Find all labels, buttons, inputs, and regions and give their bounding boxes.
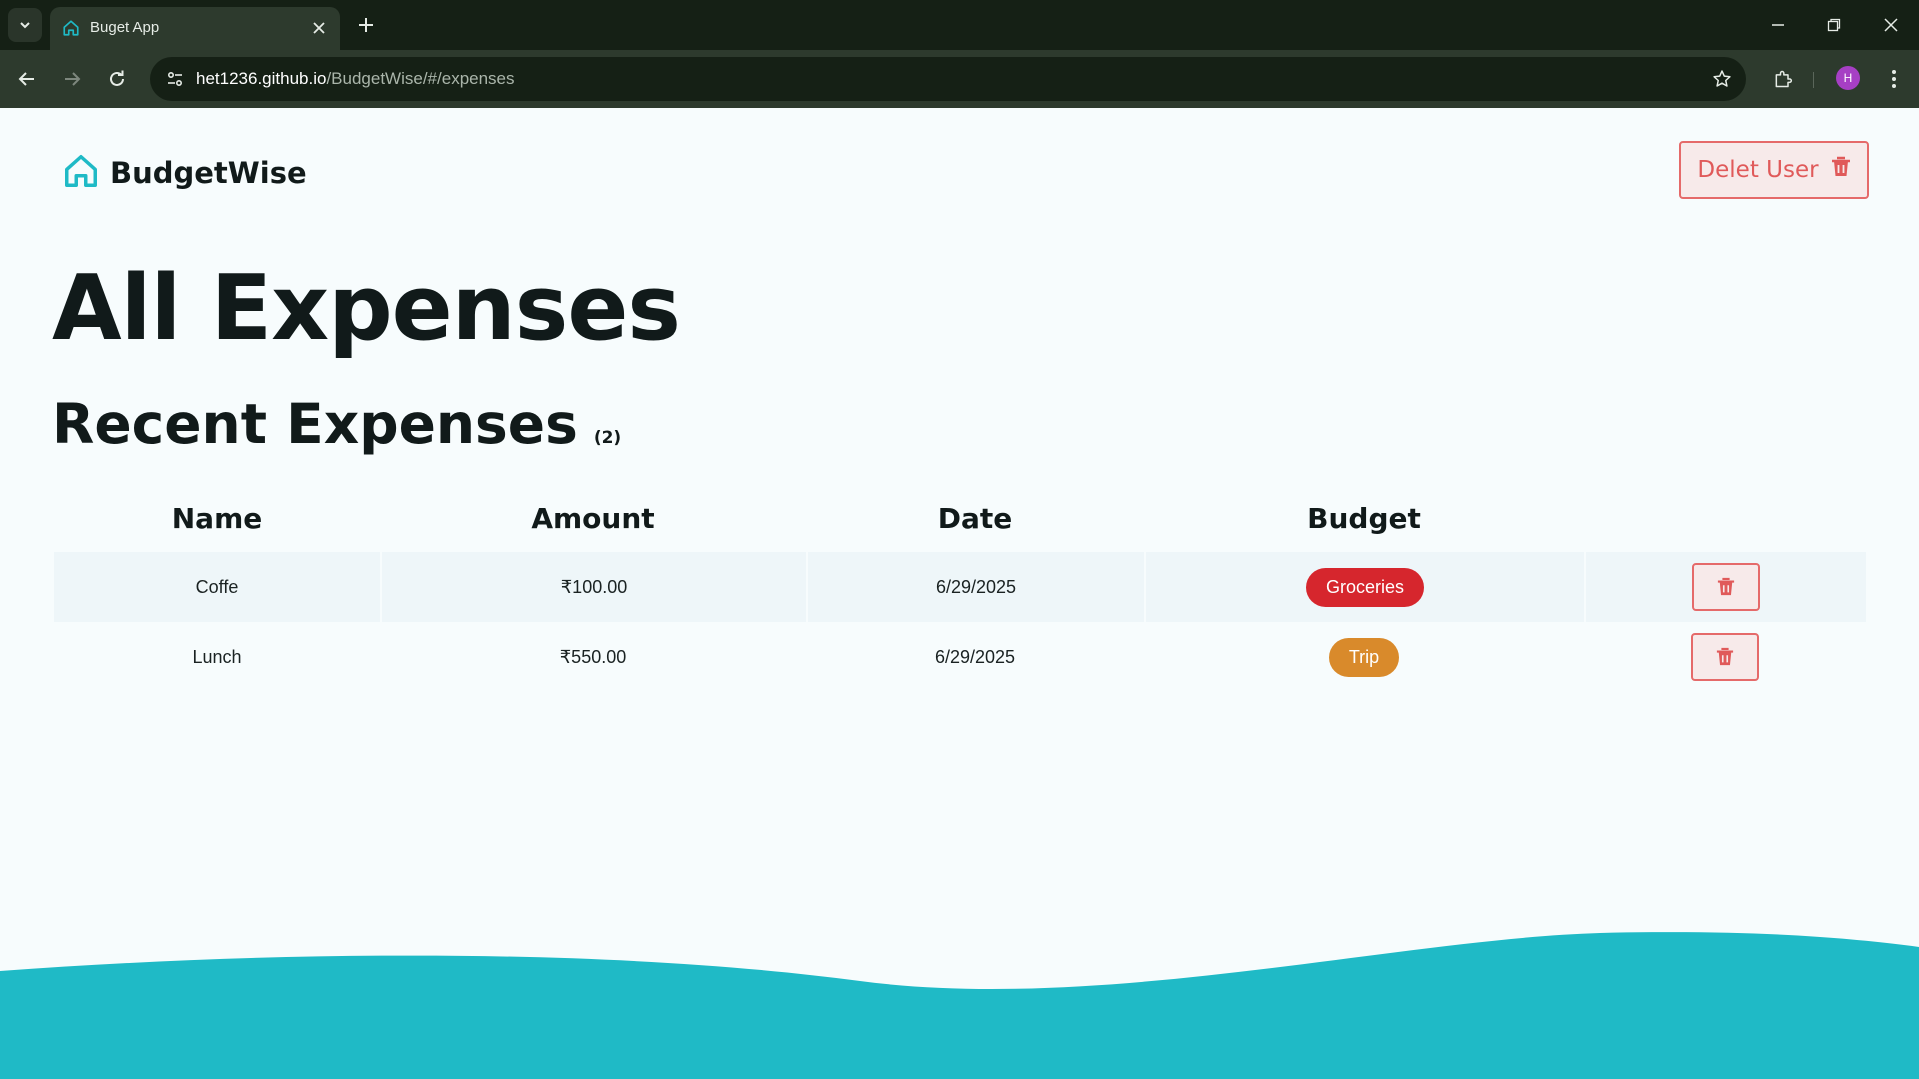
browser-toolbar: het1236.github.io/BudgetWise/#/expenses bbox=[0, 50, 1919, 108]
decorative-wave bbox=[0, 932, 1919, 1079]
new-tab-button[interactable] bbox=[353, 12, 379, 38]
home-icon bbox=[62, 152, 100, 194]
delete-expense-button[interactable] bbox=[1691, 633, 1759, 681]
brand-name: BudgetWise bbox=[110, 156, 307, 190]
url-host: het1236.github.io bbox=[196, 69, 327, 88]
restore-button[interactable] bbox=[1819, 10, 1849, 40]
column-header-budget: Budget bbox=[1307, 501, 1421, 535]
table-row: Coffe ₹100.00 6/29/2025 Groceries bbox=[54, 552, 1866, 622]
trash-icon bbox=[1717, 577, 1735, 596]
delete-user-button[interactable]: Delet User bbox=[1679, 141, 1869, 199]
plus-icon bbox=[359, 18, 373, 32]
column-header-date: Date bbox=[937, 501, 1013, 535]
browser-tab-bar: Buget App bbox=[0, 0, 1919, 50]
table-row: Lunch ₹550.00 6/29/2025 Trip bbox=[54, 622, 1866, 692]
expense-count: (2) bbox=[593, 428, 622, 448]
expense-date: 6/29/2025 bbox=[806, 552, 1144, 622]
expense-budget-cell: Groceries bbox=[1144, 552, 1584, 622]
kebab-menu-icon bbox=[1892, 70, 1896, 88]
puzzle-icon bbox=[1775, 70, 1793, 88]
arrow-left-icon bbox=[18, 72, 34, 86]
tab-title: Buget App bbox=[90, 19, 160, 36]
close-tab-icon[interactable] bbox=[308, 17, 330, 39]
url-text: het1236.github.io/BudgetWise/#/expenses bbox=[196, 69, 515, 89]
table-header: Name Amount Date Budget bbox=[54, 484, 1866, 552]
column-header-name: Name bbox=[171, 501, 263, 535]
page-title: All Expenses bbox=[52, 256, 681, 361]
restore-icon bbox=[1827, 18, 1841, 32]
forward-button[interactable] bbox=[55, 62, 89, 96]
bookmark-star-icon[interactable] bbox=[1708, 65, 1736, 93]
page-content: BudgetWise Delet User All Expenses Recen… bbox=[0, 108, 1919, 1079]
budget-link[interactable]: Trip bbox=[1328, 637, 1400, 677]
trash-icon bbox=[1716, 647, 1734, 666]
expense-date: 6/29/2025 bbox=[934, 646, 1016, 667]
delete-expense-button[interactable] bbox=[1692, 563, 1760, 611]
column-header-amount: Amount bbox=[531, 501, 655, 535]
reload-icon bbox=[110, 70, 124, 86]
minimize-icon bbox=[1772, 24, 1784, 26]
section-title: Recent Expenses bbox=[52, 392, 578, 456]
expense-amount: ₹100.00 bbox=[380, 552, 806, 622]
toolbar-separator bbox=[1813, 72, 1814, 88]
expense-amount: ₹550.00 bbox=[559, 646, 627, 667]
expenses-table: Name Amount Date Budget Coffe ₹100.00 6/… bbox=[54, 484, 1866, 692]
home-icon bbox=[62, 19, 80, 41]
expense-budget-cell: Trip bbox=[1144, 622, 1584, 692]
site-info-icon[interactable] bbox=[160, 64, 190, 94]
expense-actions-cell bbox=[1584, 622, 1866, 692]
expense-actions-cell bbox=[1584, 552, 1866, 622]
browser-menu-button[interactable] bbox=[1879, 62, 1909, 96]
brand-home-link[interactable]: BudgetWise bbox=[62, 152, 307, 194]
expense-name: Coffe bbox=[195, 576, 239, 597]
back-button[interactable] bbox=[10, 62, 44, 96]
browser-tab[interactable]: Buget App bbox=[50, 7, 340, 50]
delete-user-label: Delet User bbox=[1697, 157, 1819, 183]
minimize-button[interactable] bbox=[1763, 10, 1793, 40]
tab-search-button[interactable] bbox=[8, 8, 42, 42]
expense-name: Lunch bbox=[192, 646, 242, 667]
url-path: /BudgetWise/#/expenses bbox=[326, 69, 515, 88]
trash-icon bbox=[1831, 156, 1851, 184]
budget-link[interactable]: Groceries bbox=[1305, 567, 1425, 607]
arrow-right-icon bbox=[65, 72, 81, 86]
chevron-down-icon bbox=[20, 22, 30, 29]
section-heading: Recent Expenses (2) bbox=[52, 392, 621, 456]
reload-button[interactable] bbox=[100, 62, 134, 96]
close-icon bbox=[1884, 18, 1898, 32]
close-window-button[interactable] bbox=[1876, 10, 1906, 40]
profile-avatar[interactable]: H bbox=[1836, 66, 1860, 90]
extensions-button[interactable] bbox=[1766, 62, 1800, 96]
address-bar[interactable]: het1236.github.io/BudgetWise/#/expenses bbox=[150, 57, 1746, 101]
